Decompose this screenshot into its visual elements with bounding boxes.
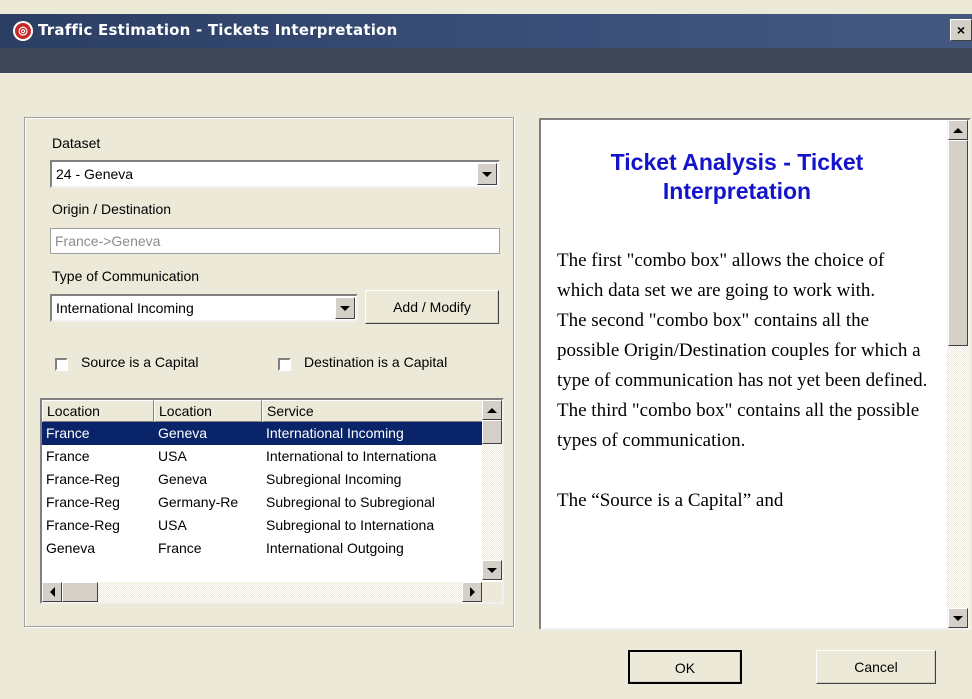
close-button[interactable]: ×: [950, 19, 972, 41]
column-header-location-destination[interactable]: Location: [154, 400, 262, 422]
table-body: France Geneva International Incoming Fra…: [42, 422, 484, 560]
help-paragraph: The first "combo box" allows the choice …: [557, 250, 885, 301]
help-scroll-down-button[interactable]: [948, 608, 968, 628]
table-cell: Geneva: [158, 471, 208, 487]
table-cell: France-Reg: [46, 517, 120, 533]
column-header-service[interactable]: Service: [262, 400, 484, 422]
communication-dropdown-button[interactable]: [335, 297, 355, 319]
table-cell: International Outgoing: [266, 540, 404, 556]
destination-capital-label: Destination is a Capital: [304, 354, 448, 370]
table-cell: Subregional Incoming: [266, 471, 402, 487]
help-title: Ticket Analysis - Ticket Interpretation: [610, 149, 864, 204]
dataset-label: Dataset: [52, 135, 101, 151]
horizontal-scroll-thumb[interactable]: [62, 582, 98, 602]
scrollbar-corner: [482, 582, 502, 602]
communication-type-combo[interactable]: International Incoming: [50, 294, 358, 322]
dataset-combo[interactable]: 24 - Geneva: [50, 160, 500, 188]
chevron-down-icon: [482, 171, 492, 177]
title-bar[interactable]: ◎ Traffic Estimation - Tickets Interpret…: [0, 14, 972, 48]
table-cell: International to Internationa: [266, 448, 437, 464]
window-title: Traffic Estimation - Tickets Interpretat…: [38, 21, 398, 39]
table-row[interactable]: France Geneva International Incoming: [42, 422, 484, 445]
table-cell: France: [46, 448, 90, 464]
table-cell: France: [42, 422, 154, 445]
table-cell: Geneva: [154, 422, 262, 445]
origin-destination-label: Origin / Destination: [52, 201, 172, 217]
scroll-right-button[interactable]: [462, 582, 482, 602]
table-row[interactable]: France USA International to Internationa: [42, 445, 484, 468]
dialog-window: ◎ Traffic Estimation - Tickets Interpret…: [0, 0, 972, 699]
app-globe-icon: ◎: [13, 21, 33, 41]
table-row[interactable]: France-Reg USA Subregional to Internatio…: [42, 514, 484, 537]
table-cell: Geneva: [46, 540, 96, 556]
table-header: Location Location Service: [42, 400, 484, 422]
arrow-right-icon: [469, 587, 475, 597]
assignment-table[interactable]: Location Location Service France Geneva …: [40, 398, 504, 604]
column-header-location-origin[interactable]: Location: [42, 400, 154, 422]
cancel-button[interactable]: Cancel: [816, 650, 936, 684]
table-cell: Subregional to Internationa: [266, 517, 435, 533]
table-cell: Subregional to Subregional: [266, 494, 435, 510]
help-body: The first "combo box" allows the choice …: [557, 246, 933, 516]
table-cell: USA: [158, 517, 187, 533]
communication-type-value: International Incoming: [56, 300, 194, 316]
table-row[interactable]: France-Reg Germany-Re Subregional to Sub…: [42, 491, 484, 514]
table-cell: International Incoming: [262, 422, 484, 445]
add-modify-button[interactable]: Add / Modify: [365, 290, 499, 324]
scroll-left-button[interactable]: [42, 582, 62, 602]
help-scroll-up-button[interactable]: [948, 120, 968, 140]
destination-capital-checkbox[interactable]: [278, 358, 291, 371]
source-capital-label: Source is a Capital: [81, 354, 199, 370]
table-horizontal-scrollbar[interactable]: [42, 582, 482, 602]
table-row[interactable]: France-Reg Geneva Subregional Incoming: [42, 468, 484, 491]
table-cell: France: [158, 540, 202, 556]
source-capital-checkbox[interactable]: [55, 358, 68, 371]
dataset-value: 24 - Geneva: [56, 166, 134, 182]
origin-destination-field[interactable]: France->Geneva: [50, 228, 500, 254]
arrow-up-icon: [953, 127, 963, 133]
help-paragraph: The third "combo box" contains all the p…: [557, 400, 920, 451]
vertical-scroll-thumb[interactable]: [482, 420, 502, 444]
scroll-down-button[interactable]: [482, 560, 502, 580]
arrow-down-icon: [487, 567, 497, 573]
table-cell: USA: [158, 448, 187, 464]
table-cell: France-Reg: [46, 471, 120, 487]
help-vertical-scrollbar[interactable]: [947, 120, 969, 628]
arrow-down-icon: [953, 615, 963, 621]
help-paragraph: The second "combo box" contains all the …: [557, 310, 928, 391]
scroll-up-button[interactable]: [482, 400, 502, 420]
table-cell: France-Reg: [46, 494, 120, 510]
table-cell: Germany-Re: [158, 494, 239, 510]
ok-button[interactable]: OK: [628, 650, 742, 684]
dataset-dropdown-button[interactable]: [477, 163, 497, 185]
help-panel[interactable]: Ticket Analysis - Ticket Interpretation …: [539, 118, 971, 630]
toolbar-strip: [0, 48, 972, 73]
chevron-down-icon: [340, 305, 350, 311]
help-paragraph: The “Source is a Capital” and: [557, 490, 784, 511]
table-row[interactable]: Geneva France International Outgoing: [42, 537, 484, 560]
table-vertical-scrollbar[interactable]: [482, 400, 502, 580]
arrow-up-icon: [487, 407, 497, 413]
arrow-left-icon: [49, 587, 55, 597]
communication-type-label: Type of Communication: [52, 268, 200, 284]
help-scroll-thumb[interactable]: [948, 140, 968, 346]
